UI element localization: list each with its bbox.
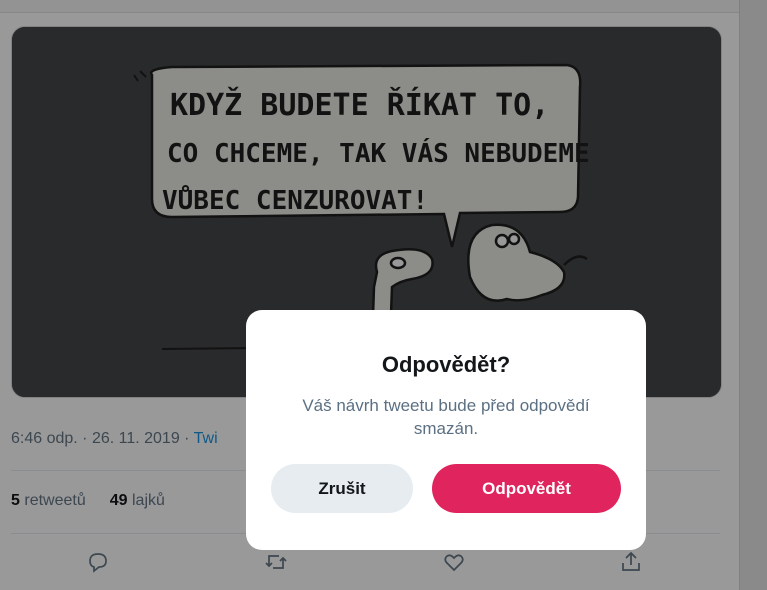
- reply-confirm-dialog: Odpovědět? Váš návrh tweetu bude před od…: [246, 310, 646, 550]
- dialog-message: Váš návrh tweetu bude před odpovědí smaz…: [302, 396, 590, 438]
- dialog-title: Odpovědět?: [381, 352, 511, 377]
- reply-button[interactable]: Odpovědět: [432, 464, 621, 513]
- cancel-button[interactable]: Zrušit: [271, 464, 413, 513]
